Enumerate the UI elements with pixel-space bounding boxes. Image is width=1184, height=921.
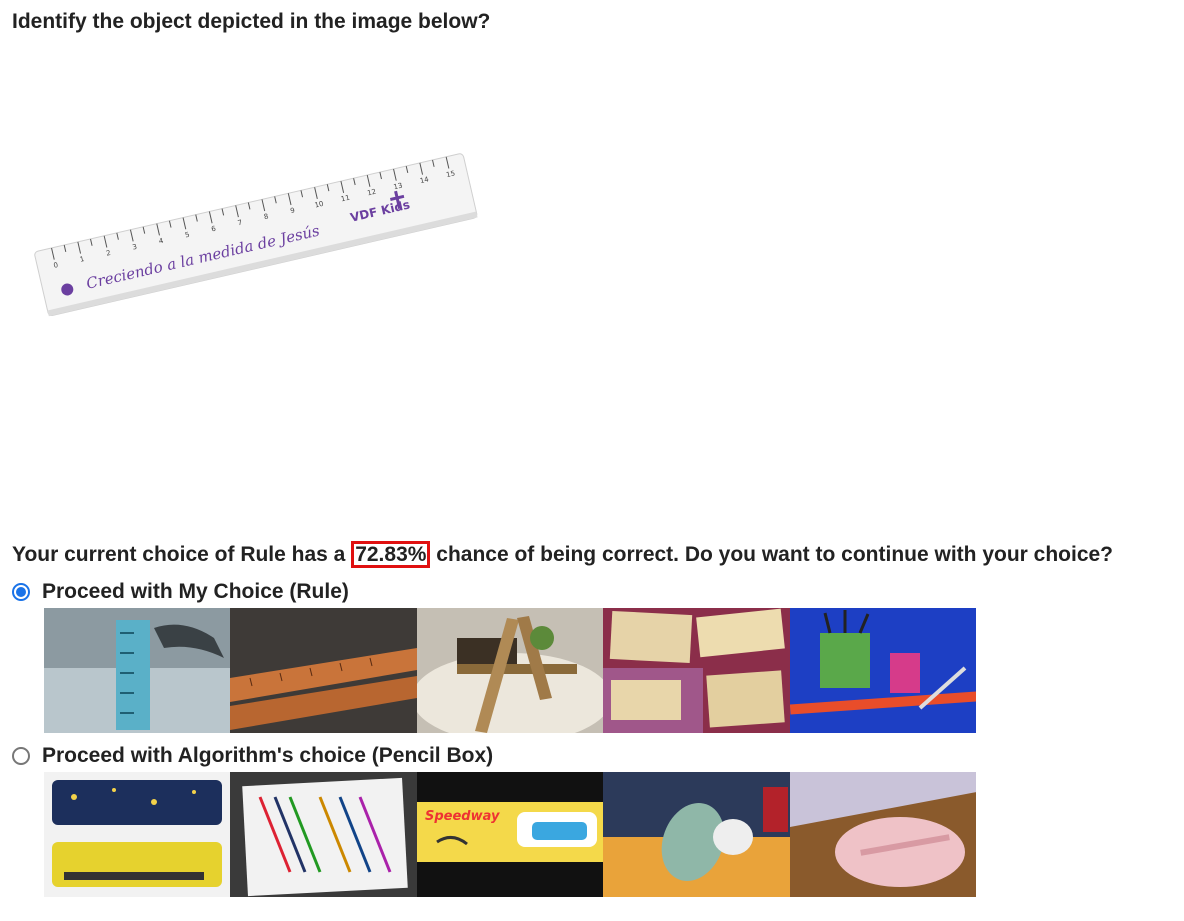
question-text: Identify the object depicted in the imag… (12, 10, 491, 33)
pencil-box-example-image (789, 772, 976, 897)
option-algorithm-choice[interactable]: Proceed with Algorithm's choice (Pencil … (12, 744, 493, 768)
speedway-text: Speedway (425, 809, 500, 824)
option-algorithm-choice-label: Proceed with Algorithm's choice (Pencil … (42, 744, 494, 767)
prompt-after: chance of being correct. Do you want to … (430, 543, 1114, 566)
question-image: 012 345 678 9 10 11 12 13 14 15 Creciendo a … (12, 66, 482, 422)
rule-example-image (416, 608, 604, 733)
rule-example-image (603, 608, 790, 733)
radio-my-choice[interactable] (12, 583, 30, 601)
rule-example-image (44, 608, 231, 733)
pencil-box-example-image (603, 772, 790, 897)
radio-algorithm-choice[interactable] (12, 747, 30, 765)
pencil-box-example-image (44, 772, 231, 897)
rule-example-strip (44, 608, 976, 733)
option-my-choice[interactable]: Proceed with My Choice (Rule) (12, 580, 349, 604)
rule-example-image (789, 608, 976, 733)
pencil-box-example-image (230, 772, 417, 897)
pencil-box-example-image: Speedway (416, 772, 604, 897)
option-my-choice-label: Proceed with My Choice (Rule) (42, 580, 349, 603)
rule-example-image (230, 608, 417, 733)
prompt-before: Your current choice of Rule has a (12, 543, 352, 566)
pencil-box-example-strip: Speedway (44, 772, 976, 897)
confidence-percent: 72.83% (351, 541, 431, 568)
confidence-prompt: Your current choice of Rule has a 72.83%… (12, 541, 1113, 568)
